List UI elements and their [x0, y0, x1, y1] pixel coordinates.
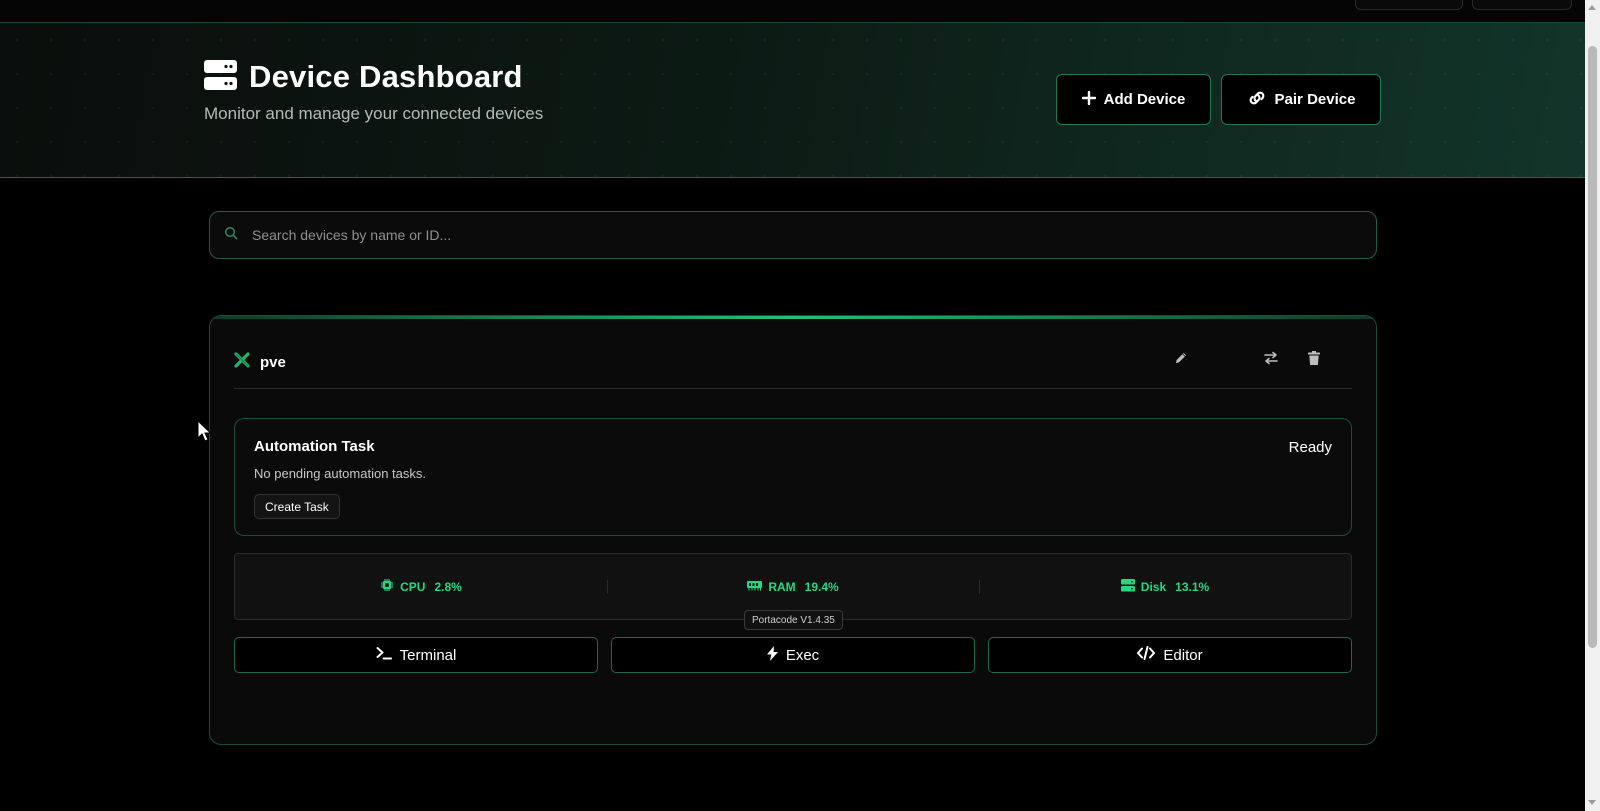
- scroll-down-arrow-icon[interactable]: [1588, 800, 1596, 805]
- device-card-header: pve: [234, 336, 1352, 389]
- top-bar-button-1[interactable]: [1355, 0, 1463, 10]
- device-card: pve Automation Task Ready No pending aut…: [209, 315, 1377, 745]
- title-row: Device Dashboard: [204, 59, 523, 95]
- stat-disk: Disk 13.1%: [979, 554, 1351, 619]
- exec-label: Exec: [785, 646, 820, 664]
- memory-icon: [747, 580, 763, 594]
- top-bar: [0, 0, 1585, 23]
- cpu-icon: [380, 578, 394, 595]
- stat-cpu: CPU 2.8%: [235, 554, 607, 619]
- terminal-icon: [376, 646, 392, 664]
- top-bar-button-2[interactable]: [1472, 0, 1572, 10]
- server-icon: [204, 59, 237, 95]
- x-icon: [234, 351, 250, 373]
- edit-button[interactable]: [1169, 348, 1193, 372]
- editor-button[interactable]: Editor: [988, 637, 1352, 673]
- page-title: Device Dashboard: [249, 59, 523, 94]
- trash-icon: [1308, 350, 1320, 370]
- stat-disk-value: 13.1%: [1175, 579, 1210, 594]
- stat-ram-label: RAM: [768, 579, 796, 594]
- device-name: pve: [260, 353, 286, 371]
- terminal-button[interactable]: Terminal: [234, 637, 598, 673]
- mouse-cursor-icon: [197, 419, 212, 442]
- swap-button[interactable]: [1259, 348, 1283, 372]
- plus-icon: [1081, 90, 1096, 109]
- automation-task-panel: Automation Task Ready No pending automat…: [234, 418, 1352, 536]
- disk-icon: [1120, 578, 1135, 595]
- stat-cpu-value: 2.8%: [434, 579, 462, 594]
- search-input[interactable]: [250, 226, 1376, 244]
- editor-label: Editor: [1163, 646, 1203, 664]
- delete-button[interactable]: [1302, 348, 1326, 372]
- page-header: Device Dashboard Monitor and manage your…: [0, 23, 1585, 178]
- device-actions: Terminal Exec Editor: [234, 637, 1352, 673]
- link-icon: [1247, 90, 1267, 110]
- stat-disk-label: Disk: [1140, 579, 1167, 594]
- page-scrollbar[interactable]: [1585, 0, 1600, 811]
- version-tooltip: Portacode V1.4.35: [744, 610, 843, 630]
- edit-icon: [1174, 351, 1188, 370]
- scroll-up-arrow-icon[interactable]: [1588, 5, 1596, 10]
- search-box: [209, 211, 1377, 259]
- search-icon: [224, 226, 238, 245]
- task-title: Automation Task: [254, 438, 375, 455]
- swap-icon: [1263, 351, 1279, 370]
- terminal-label: Terminal: [399, 646, 457, 664]
- lightning-icon: [766, 645, 778, 665]
- create-task-button[interactable]: Create Task: [254, 494, 340, 519]
- stat-ram-value: 19.4%: [804, 579, 839, 594]
- task-status: Ready: [1288, 439, 1332, 456]
- scrollbar-thumb[interactable]: [1588, 46, 1597, 648]
- stat-cpu-label: CPU: [400, 579, 426, 594]
- add-device-button[interactable]: Add Device: [1056, 74, 1211, 125]
- pair-device-button[interactable]: Pair Device: [1221, 74, 1381, 125]
- exec-button[interactable]: Exec: [611, 637, 975, 673]
- add-device-label: Add Device: [1103, 91, 1186, 108]
- pair-device-label: Pair Device: [1274, 91, 1356, 108]
- code-icon: [1137, 646, 1156, 664]
- page-subtitle: Monitor and manage your connected device…: [204, 104, 544, 123]
- task-description: No pending automation tasks.: [254, 466, 426, 481]
